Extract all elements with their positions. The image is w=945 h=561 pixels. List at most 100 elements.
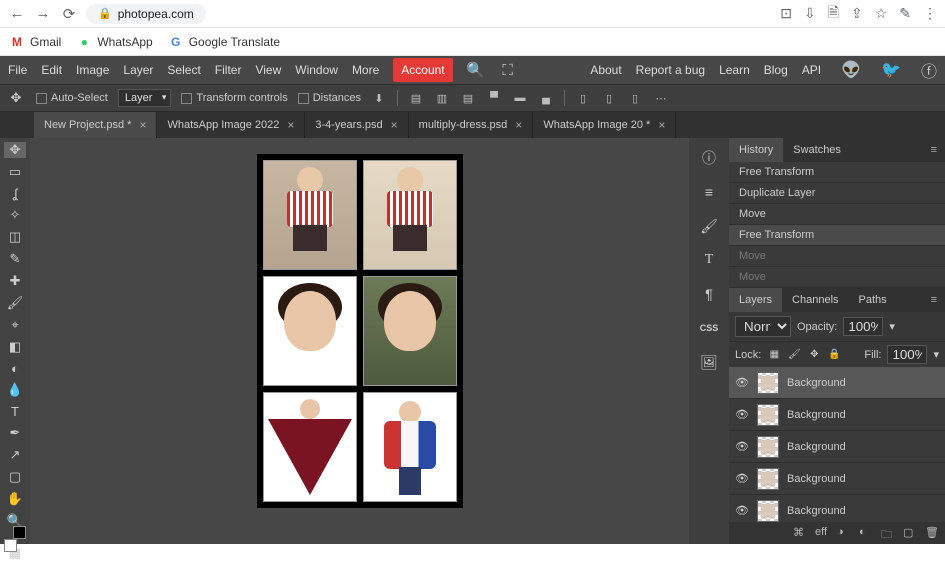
blend-mode-select[interactable]: Normal — [735, 316, 791, 337]
menu-icon[interactable]: ⋮ — [923, 5, 937, 22]
opt-transform-controls[interactable]: Transform controls — [181, 92, 287, 104]
rect-select-tool[interactable]: ▭ — [4, 164, 26, 180]
opt-auto-select[interactable]: Auto-Select — [36, 92, 108, 104]
search-icon[interactable]: 🔍 — [467, 61, 485, 79]
twitter-icon[interactable]: 🐦 — [881, 60, 901, 80]
fx-label[interactable]: eff — [815, 526, 829, 540]
doc-icon[interactable]: 🗎 — [828, 2, 839, 26]
layer-row[interactable]: 👁Background — [729, 367, 945, 399]
image-thumb[interactable] — [263, 276, 357, 386]
mask-icon[interactable]: ◑ — [837, 526, 851, 540]
star-icon[interactable]: ☆ — [875, 5, 888, 22]
account-button[interactable]: Account — [393, 58, 452, 82]
eye-icon[interactable]: 👁 — [735, 408, 749, 422]
reddit-icon[interactable]: 👽 — [841, 60, 861, 80]
eye-icon[interactable]: 👁 — [735, 376, 749, 390]
align-top-icon[interactable]: ▀ — [486, 90, 502, 106]
download-icon[interactable]: ⇩ — [804, 5, 816, 22]
panel-menu-icon[interactable]: ≡ — [923, 144, 945, 156]
tab-multiply-dress[interactable]: multiply-dress.psd× — [409, 112, 534, 138]
align-middle-icon[interactable]: ▬ — [512, 90, 528, 106]
close-icon[interactable]: × — [515, 118, 522, 132]
menu-more[interactable]: More — [352, 63, 379, 77]
image-thumb[interactable] — [263, 160, 357, 270]
layer-row[interactable]: 👁Background — [729, 463, 945, 495]
lasso-tool[interactable]: ʆ — [4, 186, 26, 201]
fullscreen-icon[interactable]: ⛶ — [499, 61, 517, 79]
tab-3-4-years[interactable]: 3-4-years.psd× — [305, 112, 408, 138]
history-item[interactable]: Move — [729, 204, 945, 225]
align-right-icon[interactable]: ▤ — [460, 90, 476, 106]
lock-all-icon[interactable]: 🔒 — [827, 348, 841, 362]
new-layer-icon[interactable]: ▢ — [903, 526, 917, 540]
css-icon[interactable]: CSS — [697, 316, 721, 340]
heal-tool[interactable]: ✚ — [4, 273, 26, 289]
tab-new-project[interactable]: New Project.psd *× — [34, 112, 157, 138]
address-bar[interactable]: 🔒 photopea.com — [86, 4, 206, 24]
history-item[interactable]: Move — [729, 246, 945, 267]
panel-menu-icon[interactable]: ≡ — [923, 294, 945, 306]
history-item[interactable]: Free Transform — [729, 225, 945, 246]
close-icon[interactable]: × — [287, 118, 294, 132]
share-icon[interactable]: ⇪ — [851, 5, 863, 22]
distribute-h-icon[interactable]: ▯ — [575, 90, 591, 106]
menu-file[interactable]: File — [8, 63, 27, 77]
trash-icon[interactable]: 🗑 — [925, 526, 939, 540]
menu-window[interactable]: Window — [295, 63, 338, 77]
menu-blog[interactable]: Blog — [764, 63, 788, 77]
glyphs-icon[interactable]: ¶ — [697, 282, 721, 306]
eyedropper-tool[interactable]: ✎ — [4, 251, 26, 267]
menu-layer[interactable]: Layer — [123, 63, 153, 77]
tab-channels[interactable]: Channels — [782, 288, 848, 312]
menu-learn[interactable]: Learn — [719, 63, 750, 77]
eye-icon[interactable]: 👁 — [735, 504, 749, 518]
lock-pixels-icon[interactable]: ▦ — [767, 348, 781, 362]
clone-tool[interactable]: ⌖ — [4, 317, 26, 333]
bookmark-gmail[interactable]: M Gmail — [10, 35, 61, 49]
image-thumb[interactable] — [363, 160, 457, 270]
folder-icon[interactable]: 🗀 — [881, 526, 895, 540]
image-thumb[interactable] — [363, 276, 457, 386]
image-thumb[interactable] — [263, 392, 357, 502]
back-icon[interactable]: ← — [8, 5, 26, 23]
menu-select[interactable]: Select — [167, 63, 200, 77]
opacity-input[interactable] — [843, 317, 883, 336]
tab-layers[interactable]: Layers — [729, 288, 782, 312]
type-tool[interactable]: T — [4, 404, 26, 419]
forward-icon[interactable]: → — [34, 5, 52, 23]
bookmark-translate[interactable]: G Google Translate — [169, 35, 280, 49]
eraser-tool[interactable]: ◧ — [4, 339, 26, 355]
adjust-icon[interactable]: ◐ — [859, 526, 873, 540]
canvas-area[interactable] — [30, 138, 689, 544]
menu-image[interactable]: Image — [76, 63, 109, 77]
move-tool[interactable]: ✥ — [4, 142, 26, 158]
bookmark-whatsapp[interactable]: ● WhatsApp — [77, 35, 152, 49]
ext-icon[interactable]: ✎ — [899, 5, 911, 22]
layer-row[interactable]: 👁Background — [729, 399, 945, 431]
brush screens-icon[interactable]: 🖌 — [697, 214, 721, 238]
align-bottom-icon[interactable]: ▄ — [538, 90, 554, 106]
eye-icon[interactable]: 👁 — [735, 440, 749, 454]
reload-icon[interactable]: ⟳ — [60, 5, 78, 23]
layer-row[interactable]: 👁Background — [729, 495, 945, 522]
close-icon[interactable]: × — [391, 118, 398, 132]
pen-tool[interactable]: ✒ — [4, 425, 26, 441]
tab-swatches[interactable]: Swatches — [783, 138, 851, 162]
wand-tool[interactable]: ✧ — [4, 207, 26, 223]
menu-view[interactable]: View — [255, 63, 281, 77]
align-left-icon[interactable]: ▤ — [408, 90, 424, 106]
tab-paths[interactable]: Paths — [849, 288, 897, 312]
character-icon[interactable]: T — [697, 248, 721, 272]
tab-whatsapp-2[interactable]: WhatsApp Image 20 *× — [533, 112, 676, 138]
facebook-icon[interactable]: ⓕ — [921, 58, 937, 82]
image-icon[interactable]: 🖼 — [697, 350, 721, 374]
info-icon[interactable]: ⓘ — [697, 146, 721, 170]
chevron-down-icon[interactable]: ▾ — [933, 348, 939, 361]
install-icon[interactable]: ⊡ — [780, 5, 792, 22]
history-item[interactable]: Free Transform — [729, 162, 945, 183]
distribute-v-icon[interactable]: ▯ — [601, 90, 617, 106]
hand-tool[interactable]: ✋ — [4, 491, 26, 507]
chevron-down-icon[interactable]: ▾ — [889, 320, 895, 333]
lock-brush-icon[interactable]: 🖌 — [787, 348, 801, 362]
crop-tool[interactable]: ◫ — [4, 229, 26, 245]
